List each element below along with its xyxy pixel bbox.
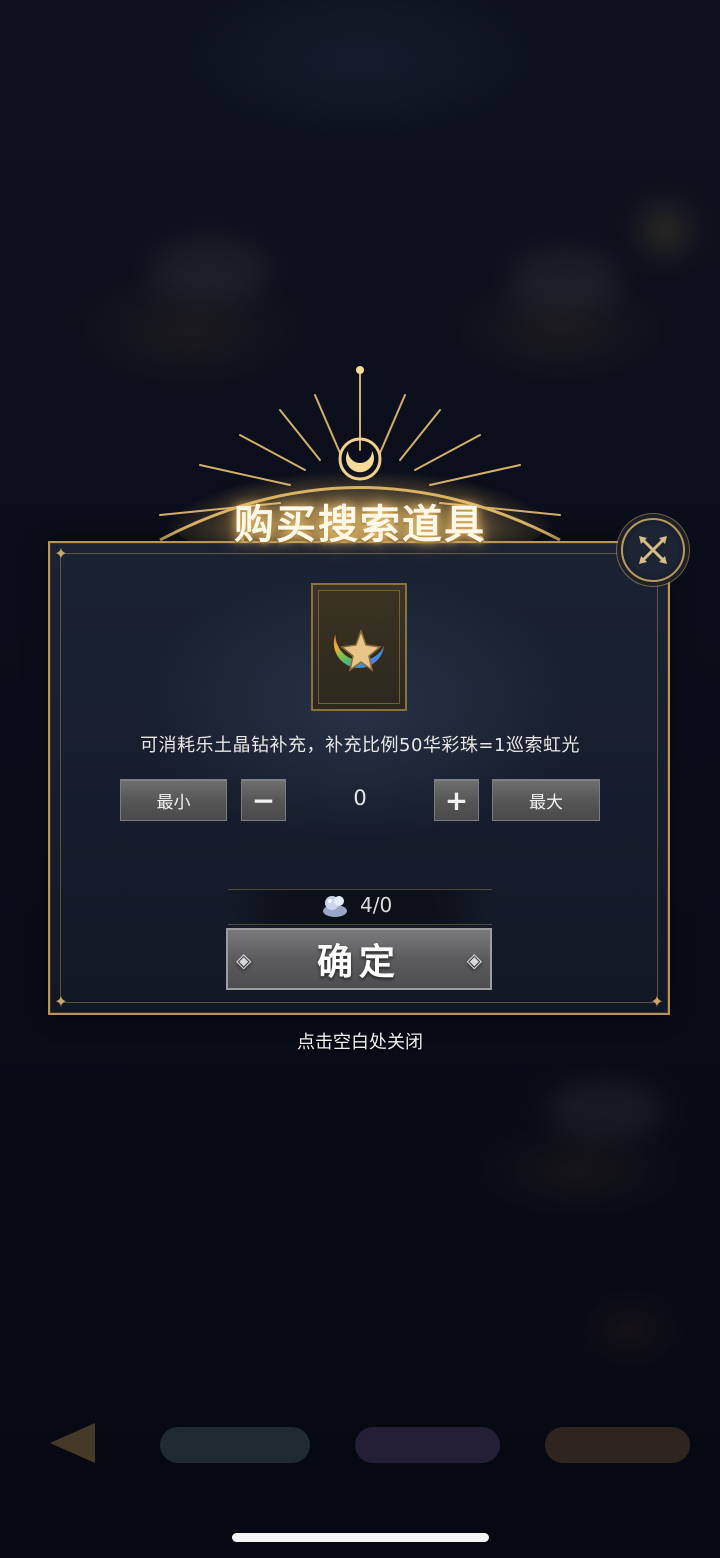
diamond-ornament-icon: ◈	[236, 948, 252, 972]
corner-ornament: ✦	[650, 992, 664, 1011]
close-x-icon	[639, 536, 667, 564]
item-card	[311, 583, 407, 711]
min-button[interactable]: 最小	[120, 779, 227, 821]
increase-button[interactable]: +	[434, 779, 479, 821]
min-button-label: 最小	[156, 792, 191, 813]
minus-icon: −	[251, 783, 276, 817]
background-bottom-nav	[50, 1423, 690, 1463]
decrease-button[interactable]: −	[241, 779, 286, 821]
diamond-ornament-icon: ◈	[466, 948, 482, 972]
corner-ornament: ✦	[54, 992, 68, 1011]
rainbow-star-crescent-icon	[332, 628, 386, 672]
gem-icon	[323, 896, 347, 917]
confirm-button-label: 确定	[316, 941, 401, 983]
dialog-title: 购买搜索道具	[234, 501, 486, 548]
max-button[interactable]: 最大	[492, 779, 600, 821]
confirm-button[interactable]: ◈ 确定 ◈	[226, 928, 492, 990]
home-indicator[interactable]	[232, 1533, 489, 1542]
exchange-description: 可消耗乐土晶钻补充，补充比例50华彩珠=1巡索虹光	[140, 735, 580, 756]
cost-text: 4/0	[360, 893, 393, 917]
close-button[interactable]	[621, 518, 685, 582]
plus-icon: +	[444, 783, 469, 817]
tap-to-close-hint: 点击空白处关闭	[297, 1032, 423, 1053]
max-button-label: 最大	[529, 792, 563, 813]
quantity-value: 0	[353, 786, 367, 810]
